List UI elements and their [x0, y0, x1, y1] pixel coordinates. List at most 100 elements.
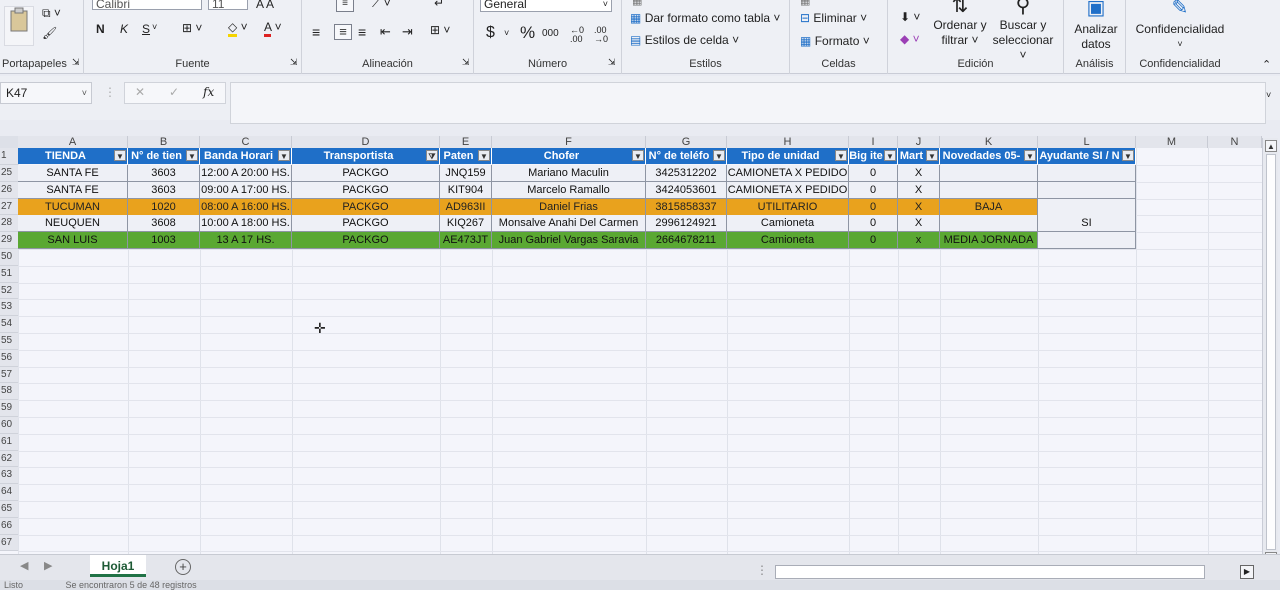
- row-header[interactable]: 61: [0, 433, 18, 451]
- table-header-cell[interactable]: TIENDA ▼: [18, 148, 128, 164]
- row-header[interactable]: 57: [0, 366, 18, 384]
- scroll-thumb[interactable]: [1266, 154, 1276, 550]
- fill-icon[interactable]: ⬇ ˅: [900, 10, 920, 24]
- align-top-icon[interactable]: ≡: [336, 0, 354, 12]
- chevron-down-icon[interactable]: ˅: [152, 22, 157, 32]
- table-cell[interactable]: PACKGO: [292, 215, 440, 233]
- row-header[interactable]: 60: [0, 417, 18, 434]
- cancel-icon[interactable]: ✕: [135, 85, 145, 99]
- row-header[interactable]: 53: [0, 299, 18, 317]
- table-cell[interactable]: 1020: [128, 198, 200, 216]
- increase-indent-icon[interactable]: ⇥: [402, 24, 413, 40]
- filter-dropdown-icon[interactable]: ▼: [884, 150, 896, 161]
- merge-center-icon[interactable]: ⊞ ˅: [430, 23, 450, 37]
- prev-sheet-icon[interactable]: ◀: [20, 559, 28, 572]
- table-cell[interactable]: 13 A 17 HS.: [200, 232, 292, 250]
- table-cell[interactable]: Camioneta: [727, 215, 849, 233]
- table-cell[interactable]: 3603: [128, 181, 200, 199]
- chevron-down-icon[interactable]: ˅: [504, 28, 509, 38]
- find-select-button[interactable]: ⚲ Buscar y seleccionar ˅: [988, 0, 1058, 63]
- fill-color-icon[interactable]: ◇ ˅: [228, 20, 248, 37]
- dialog-launcher-icon[interactable]: ⇲: [462, 57, 470, 68]
- align-right-icon[interactable]: ≡: [358, 24, 366, 40]
- table-cell[interactable]: [1038, 165, 1136, 182]
- grow-font-icon[interactable]: A A: [256, 0, 274, 11]
- table-cell[interactable]: 0: [849, 232, 898, 250]
- table-cell[interactable]: 3424053601: [646, 181, 727, 199]
- table-cell[interactable]: 3603: [128, 165, 200, 182]
- table-cell[interactable]: UTILITARIO: [727, 198, 849, 216]
- table-header-cell[interactable]: N° de tien ▼: [128, 148, 200, 164]
- table-cell[interactable]: X: [898, 181, 940, 199]
- table-cell[interactable]: Daniel Frias: [492, 198, 646, 216]
- align-left-icon[interactable]: ≡: [312, 24, 320, 40]
- table-cell[interactable]: [1038, 181, 1136, 199]
- table-cell[interactable]: PACKGO: [292, 232, 440, 250]
- table-cell[interactable]: Monsalve Anahi Del Carmen: [492, 215, 646, 233]
- number-format-select[interactable]: General ˅: [480, 0, 612, 12]
- table-cell[interactable]: 0: [849, 198, 898, 216]
- filter-dropdown-icon[interactable]: ▼: [1122, 150, 1134, 161]
- table-cell[interactable]: 2996124921: [646, 215, 727, 233]
- row-header[interactable]: 51: [0, 265, 18, 283]
- filter-dropdown-icon[interactable]: ▼: [186, 150, 198, 161]
- table-cell[interactable]: X: [898, 198, 940, 216]
- row-header[interactable]: 54: [0, 316, 18, 333]
- row-header[interactable]: 29: [0, 232, 18, 249]
- table-cell[interactable]: 10:00 A 18:00 HS.: [200, 215, 292, 233]
- table-cell[interactable]: PACKGO: [292, 181, 440, 199]
- table-cell[interactable]: 3815858337: [646, 198, 727, 216]
- table-cell[interactable]: Mariano Maculin: [492, 165, 646, 182]
- table-header-cell[interactable]: Chofer ▼: [492, 148, 646, 164]
- column-header[interactable]: I: [849, 136, 898, 148]
- collapse-ribbon-icon[interactable]: ⌃: [1262, 58, 1271, 71]
- column-header[interactable]: J: [898, 136, 940, 148]
- table-cell[interactable]: [940, 165, 1038, 182]
- wrap-text-icon[interactable]: ↵: [434, 0, 444, 10]
- row-header[interactable]: 50: [0, 249, 18, 266]
- column-header[interactable]: L: [1038, 136, 1136, 148]
- sensitivity-button[interactable]: ✎ Confidencialidad ˅: [1128, 0, 1232, 52]
- decrease-decimal-icon[interactable]: .00 →0: [594, 26, 608, 44]
- table-cell[interactable]: SI: [1038, 215, 1136, 233]
- table-cell[interactable]: KIQ267: [440, 215, 492, 233]
- table-cell[interactable]: 0: [849, 181, 898, 199]
- sheet-tab-hoja1[interactable]: Hoja1: [90, 555, 146, 577]
- clear-icon[interactable]: ◆ ˅: [900, 32, 920, 46]
- select-all-corner[interactable]: [0, 136, 18, 148]
- row-header[interactable]: 26: [0, 181, 18, 199]
- table-cell[interactable]: NEUQUEN: [18, 215, 128, 233]
- row-header[interactable]: 64: [0, 484, 18, 501]
- increase-decimal-icon[interactable]: ←0.00: [570, 26, 584, 44]
- filter-dropdown-icon[interactable]: ▼: [278, 150, 290, 161]
- table-cell[interactable]: 0: [849, 165, 898, 182]
- table-cell[interactable]: 2664678211: [646, 232, 727, 250]
- table-cell[interactable]: 08:00 A 16:00 HS.: [200, 198, 292, 216]
- table-cell[interactable]: [940, 215, 1038, 233]
- insert-function-button[interactable]: fx: [203, 85, 214, 99]
- table-cell[interactable]: 12:00 A 20:00 HS.: [200, 165, 292, 182]
- filter-dropdown-icon[interactable]: ▼: [632, 150, 644, 161]
- table-cell[interactable]: [1038, 232, 1136, 250]
- table-header-cell[interactable]: Ayudante SI / N ▼: [1038, 148, 1136, 164]
- filter-dropdown-icon[interactable]: ▼: [835, 150, 847, 161]
- add-sheet-icon[interactable]: +: [175, 559, 191, 575]
- dialog-launcher-icon[interactable]: ⇲: [608, 57, 616, 68]
- column-header[interactable]: B: [128, 136, 200, 148]
- table-cell[interactable]: Juan Gabriel Vargas Saravia: [492, 232, 646, 250]
- orientation-icon[interactable]: ⟋ ˅: [372, 0, 391, 11]
- insert-cells-icon[interactable]: ▦: [800, 0, 810, 7]
- filter-dropdown-icon[interactable]: ▼: [478, 150, 490, 161]
- table-header-cell[interactable]: Paten ▼: [440, 148, 492, 164]
- row-header[interactable]: 56: [0, 349, 18, 367]
- column-header[interactable]: C: [200, 136, 292, 148]
- filter-dropdown-icon[interactable]: ▼: [114, 150, 126, 161]
- table-cell[interactable]: 1003: [128, 232, 200, 250]
- column-header[interactable]: N: [1208, 136, 1262, 148]
- table-cell[interactable]: X: [898, 215, 940, 233]
- align-center-icon[interactable]: ≡: [334, 24, 352, 40]
- table-cell[interactable]: CAMIONETA X PEDIDO: [727, 181, 849, 199]
- font-name-select[interactable]: Calibri: [92, 0, 202, 11]
- bold-button[interactable]: N: [96, 22, 105, 36]
- table-cell[interactable]: [1038, 198, 1136, 216]
